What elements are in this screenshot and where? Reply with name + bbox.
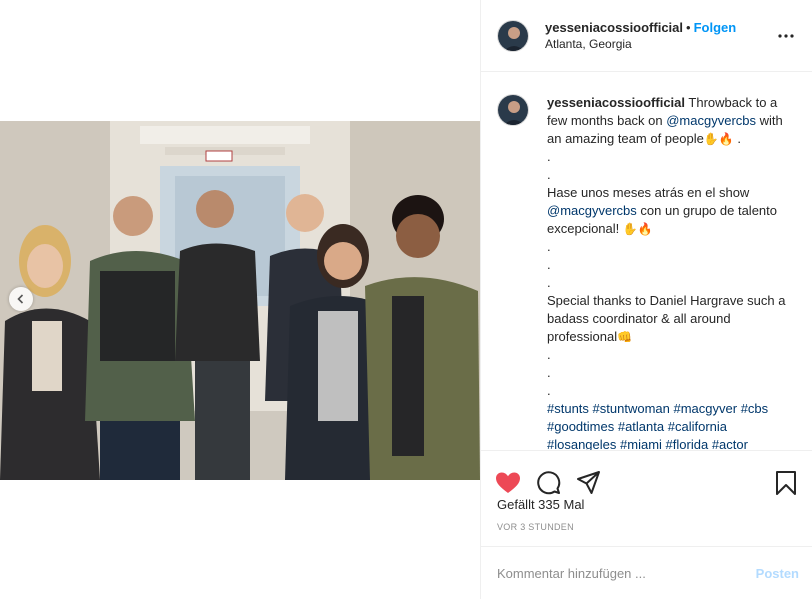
- username-link[interactable]: yesseniacossioofficial: [545, 20, 683, 35]
- caption-dot: .: [547, 167, 551, 182]
- mention-link[interactable]: @macgyvercbs: [666, 113, 756, 128]
- hashtag-link[interactable]: #florida: [666, 437, 709, 450]
- follow-button[interactable]: Folgen: [694, 20, 737, 35]
- caption-dot: .: [547, 257, 551, 272]
- caption-paragraph-2: Hase unos meses atrás en el show @macgyv…: [547, 184, 797, 238]
- post-photo[interactable]: [0, 121, 480, 480]
- caption-para3: Special thanks to Daniel Hargrave such a…: [547, 293, 786, 344]
- hashtag-link[interactable]: #miami: [620, 437, 662, 450]
- comment-bar: Posten: [481, 546, 812, 599]
- caption-end1: .: [733, 131, 741, 146]
- caption-text: yesseniacossioofficial Throwback to a fe…: [547, 94, 797, 450]
- hashtag-link[interactable]: #california: [668, 419, 727, 434]
- avatar-image: [498, 95, 528, 125]
- caption-avatar[interactable]: [497, 94, 529, 126]
- emoji-hand-fire: ✋🔥: [622, 222, 653, 236]
- media-area: [0, 0, 480, 599]
- caption-dot: .: [547, 347, 551, 362]
- caption-dot: .: [547, 383, 551, 398]
- hashtag-link[interactable]: #stunts: [547, 401, 589, 416]
- post-header: yesseniacossioofficial • Folgen Atlanta, G…: [481, 0, 812, 72]
- hashtag-list: #stunts #stuntwoman #macgyver #cbs #good…: [547, 400, 797, 450]
- hashtag-link[interactable]: #losangeles: [547, 437, 616, 450]
- hashtag-link[interactable]: #macgyver: [674, 401, 738, 416]
- caption-dot: .: [547, 239, 551, 254]
- share-icon: [576, 471, 600, 494]
- like-button[interactable]: [495, 470, 521, 496]
- avatar[interactable]: [497, 19, 529, 52]
- hashtag-link[interactable]: #goodtimes: [547, 419, 614, 434]
- caption-paragraph-3: Special thanks to Daniel Hargrave such a…: [547, 292, 797, 346]
- post-comment-button[interactable]: Posten: [756, 566, 799, 581]
- group-photo-image: [0, 121, 480, 480]
- hashtag-link[interactable]: #actor: [712, 437, 748, 450]
- instagram-post-view: yesseniacossioofficial • Folgen Atlanta, G…: [0, 0, 812, 599]
- emoji-hand-fire: ✋🔥: [703, 132, 734, 146]
- comment-input[interactable]: [497, 565, 756, 581]
- caption-para2a: Hase unos meses atrás en el show: [547, 185, 750, 200]
- likes-count[interactable]: Gefällt 335 Mal: [497, 497, 584, 512]
- hashtag-link[interactable]: #atlanta: [618, 419, 664, 434]
- hashtag-link[interactable]: #cbs: [741, 401, 768, 416]
- more-options-button[interactable]: [774, 24, 798, 48]
- action-bar: [481, 450, 812, 502]
- mention-link[interactable]: @macgyvercbs: [547, 203, 637, 218]
- hashtag-link[interactable]: #stuntwoman: [593, 401, 670, 416]
- location-link[interactable]: Atlanta, Georgia: [545, 36, 774, 53]
- post-side-panel: yesseniacossioofficial • Folgen Atlanta, G…: [480, 0, 812, 599]
- carousel-previous-button[interactable]: [9, 287, 33, 311]
- header-text: yesseniacossioofficial • Folgen Atlanta, G…: [545, 19, 774, 53]
- heart-filled-icon: [496, 472, 520, 493]
- caption-dot: .: [547, 149, 551, 164]
- chevron-left-icon: [17, 294, 24, 304]
- more-horizontal-icon: [778, 33, 794, 38]
- avatar-image: [498, 20, 528, 51]
- emoji-fist: 👊: [617, 330, 633, 344]
- share-button[interactable]: [575, 470, 601, 496]
- caption-dot: .: [547, 275, 551, 290]
- save-button[interactable]: [773, 470, 799, 496]
- separator-dot: •: [686, 19, 691, 35]
- caption-username[interactable]: yesseniacossioofficial: [547, 95, 685, 110]
- caption-area: yesseniacossioofficial Throwback to a fe…: [481, 72, 812, 450]
- bookmark-icon: [776, 470, 796, 495]
- header-user-line: yesseniacossioofficial • Folgen: [545, 19, 774, 36]
- post-timestamp[interactable]: VOR 3 STUNDEN: [497, 522, 574, 532]
- comment-button[interactable]: [535, 470, 561, 496]
- comment-icon: [536, 471, 560, 495]
- caption-dot: .: [547, 365, 551, 380]
